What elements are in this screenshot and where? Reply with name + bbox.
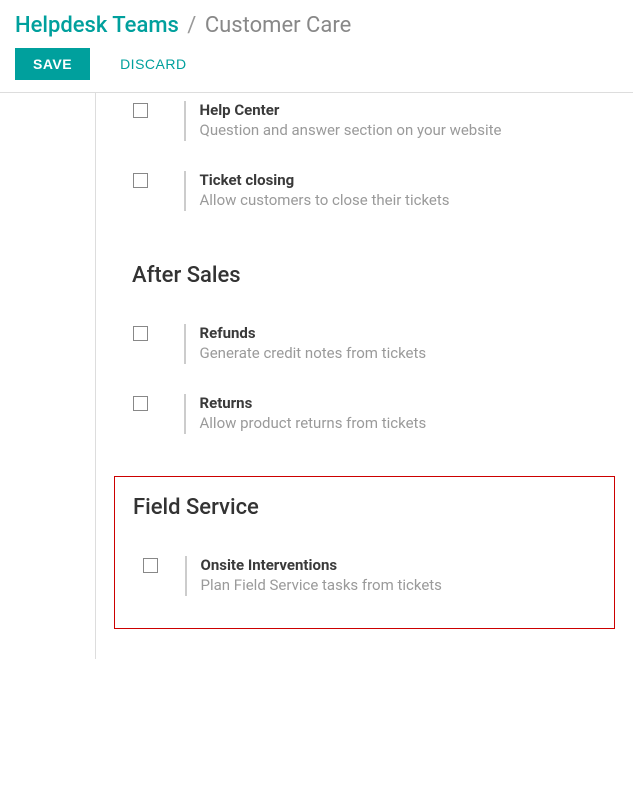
option-title: Refunds bbox=[200, 324, 619, 342]
option-separator bbox=[184, 171, 186, 211]
sidebar-space bbox=[0, 93, 95, 659]
option-refunds: Refunds Generate credit notes from ticke… bbox=[96, 316, 633, 386]
option-desc: Question and answer section on your webs… bbox=[200, 121, 619, 139]
section-field-service: Field Service bbox=[115, 477, 614, 548]
checkbox-onsite-interventions[interactable] bbox=[143, 558, 158, 573]
section-after-sales: After Sales bbox=[96, 233, 633, 316]
main-panel: Help Center Question and answer section … bbox=[95, 93, 633, 659]
option-desc: Allow product returns from tickets bbox=[200, 414, 619, 432]
discard-button[interactable]: DISCARD bbox=[102, 48, 205, 80]
option-onsite-interventions: Onsite Interventions Plan Field Service … bbox=[115, 548, 614, 618]
checkbox-help-center[interactable] bbox=[133, 103, 148, 118]
option-separator bbox=[184, 324, 186, 364]
option-separator bbox=[184, 101, 186, 141]
option-help-center: Help Center Question and answer section … bbox=[96, 93, 633, 163]
save-button[interactable]: SAVE bbox=[15, 48, 90, 80]
breadcrumb-current: Customer Care bbox=[205, 13, 351, 38]
option-title: Onsite Interventions bbox=[201, 556, 600, 574]
option-separator bbox=[185, 556, 187, 596]
checkbox-returns[interactable] bbox=[133, 396, 148, 411]
field-service-highlight: Field Service Onsite Interventions Plan … bbox=[114, 476, 615, 629]
option-title: Help Center bbox=[200, 101, 619, 119]
breadcrumb-parent-link[interactable]: Helpdesk Teams bbox=[15, 13, 179, 38]
checkbox-ticket-closing[interactable] bbox=[133, 173, 148, 188]
content: Help Center Question and answer section … bbox=[0, 93, 633, 659]
header: Helpdesk Teams / Customer Care SAVE DISC… bbox=[0, 0, 633, 80]
option-desc: Plan Field Service tasks from tickets bbox=[201, 576, 600, 594]
option-ticket-closing: Ticket closing Allow customers to close … bbox=[96, 163, 633, 233]
option-separator bbox=[184, 394, 186, 434]
option-title: Ticket closing bbox=[200, 171, 619, 189]
option-desc: Allow customers to close their tickets bbox=[200, 191, 619, 209]
breadcrumb: Helpdesk Teams / Customer Care bbox=[15, 13, 618, 38]
option-title: Returns bbox=[200, 394, 619, 412]
checkbox-refunds[interactable] bbox=[133, 326, 148, 341]
option-desc: Generate credit notes from tickets bbox=[200, 344, 619, 362]
option-returns: Returns Allow product returns from ticke… bbox=[96, 386, 633, 456]
action-bar: SAVE DISCARD bbox=[15, 48, 618, 80]
breadcrumb-separator: / bbox=[187, 13, 196, 38]
